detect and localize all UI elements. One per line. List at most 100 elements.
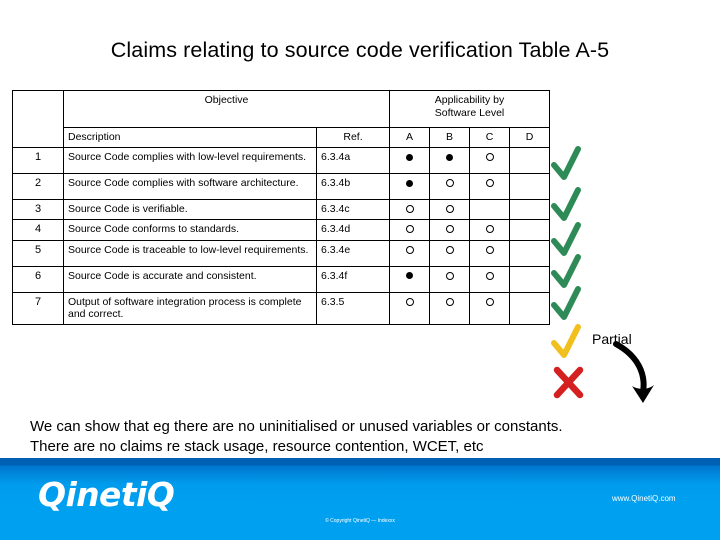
cell-level-d	[508, 219, 551, 241]
tick-green-icon	[549, 286, 589, 326]
header-blank-corner	[12, 90, 64, 148]
cell-row-number: 6	[12, 265, 64, 293]
header-applicability: Applicability by Software Level	[388, 90, 551, 128]
narrative-line-1: We can show that eg there are no uniniti…	[30, 418, 563, 435]
cell-level-b	[429, 146, 470, 174]
table-header-group-row: Objective Applicability by Software Leve…	[12, 90, 551, 148]
cell-description: Source Code complies with software archi…	[63, 172, 317, 200]
page-title: Claims relating to source code verificat…	[110, 38, 610, 62]
cell-row-number: 4	[12, 219, 64, 241]
cell-level-d	[508, 291, 551, 326]
footer-url[interactable]: www.QinetiQ.com	[612, 494, 676, 503]
table-row: 2 Source Code complies with software arch…	[12, 172, 551, 200]
assessment-marks	[549, 146, 595, 399]
cell-level-b	[429, 291, 470, 326]
table-row: 5 Source Code is traceable to low-level r…	[12, 239, 551, 267]
filled-dot-icon	[406, 272, 413, 280]
tick-green-icon	[549, 187, 589, 227]
cell-level-d	[508, 172, 551, 200]
cell-reference: 6.3.4b	[316, 172, 390, 200]
cell-level-a	[389, 291, 430, 326]
cell-row-number: 2	[12, 172, 64, 200]
table-body: 1 Source Code complies with low-level req…	[12, 146, 551, 326]
slide-canvas: Claims relating to source code verificat…	[0, 0, 720, 540]
cell-level-c	[469, 219, 510, 241]
open-dot-icon	[405, 225, 414, 234]
open-dot-icon	[405, 245, 414, 254]
cell-row-number: 5	[12, 239, 64, 267]
cell-level-a	[389, 265, 430, 293]
cell-level-a	[389, 219, 430, 241]
cross-red-icon	[549, 362, 589, 402]
cell-description: Source Code is accurate and consistent.	[63, 265, 317, 293]
tick-yellow-icon	[549, 324, 589, 364]
open-dot-icon	[445, 297, 454, 306]
open-dot-icon	[445, 271, 454, 280]
cell-level-c	[469, 146, 510, 174]
header-objective: Objective	[63, 90, 390, 128]
header-level-b: B	[429, 127, 470, 148]
table-row: 3 Source Code is verifiable. 6.3.4c	[12, 198, 551, 221]
cell-row-number: 3	[12, 198, 64, 221]
header-level-a: A	[389, 127, 430, 148]
table-row: 6 Source Code is accurate and consistent.…	[12, 265, 551, 293]
table-row: 7 Output of software integration process …	[12, 291, 551, 326]
open-dot-icon	[485, 271, 494, 280]
cell-level-c	[469, 265, 510, 293]
cell-reference: 6.3.4a	[316, 146, 390, 174]
narrative-line-2: There are no claims re stack usage, reso…	[30, 438, 484, 456]
cell-reference: 6.3.4d	[316, 219, 390, 241]
claims-table: Objective Applicability by Software Leve…	[12, 90, 551, 326]
cell-level-b	[429, 198, 470, 221]
cell-reference: 6.3.4f	[316, 265, 390, 293]
cell-description: Source Code complies with low-level requ…	[63, 146, 317, 174]
open-dot-icon	[445, 225, 454, 234]
header-ref: Ref.	[316, 127, 390, 148]
table-row: 1 Source Code complies with low-level req…	[12, 146, 551, 174]
table-header-sub-row: Description Ref. A B C D	[13, 127, 551, 148]
open-dot-icon	[485, 225, 494, 234]
footer-copyright: © Copyright QinetiQ — Indexxx	[325, 518, 395, 524]
open-dot-icon	[405, 205, 414, 214]
cell-level-b	[429, 172, 470, 200]
cell-row-number: 7	[12, 291, 64, 326]
header-level-c: C	[469, 127, 510, 148]
filled-dot-icon	[406, 153, 413, 161]
open-dot-icon	[445, 245, 454, 254]
open-dot-icon	[485, 153, 494, 162]
cell-level-d	[508, 146, 551, 174]
cell-row-number: 1	[12, 146, 64, 174]
cell-level-a	[389, 146, 430, 174]
cell-level-a	[389, 172, 430, 200]
cell-description: Source Code is verifiable.	[63, 198, 317, 221]
open-dot-icon	[485, 245, 494, 254]
cell-reference: 6.3.4c	[316, 198, 390, 221]
cell-description: Source Code conforms to standards.	[63, 219, 317, 241]
table-row: 4 Source Code conforms to standards. 6.3.4…	[12, 219, 551, 241]
cell-description: Source Code is traceable to low-level re…	[63, 239, 317, 267]
curved-arrow-icon	[613, 341, 654, 403]
cell-level-b	[429, 219, 470, 241]
header-level-d: D	[508, 127, 551, 148]
cell-level-a	[389, 198, 430, 221]
cell-level-c	[469, 239, 510, 267]
filled-dot-icon	[406, 179, 413, 187]
open-dot-icon	[485, 179, 494, 188]
narrative-text: We can show that eg there are no uniniti…	[30, 417, 700, 458]
cell-level-d	[508, 239, 551, 267]
cell-level-d	[508, 265, 551, 293]
open-dot-icon	[445, 205, 454, 214]
header-applicability-line1: Applicability by	[434, 94, 505, 106]
cell-level-b	[429, 239, 470, 267]
cell-description: Output of software integration process i…	[63, 291, 317, 326]
open-dot-icon	[405, 297, 414, 306]
cell-level-a	[389, 239, 430, 267]
header-description: Description	[63, 127, 317, 148]
open-dot-icon	[485, 297, 494, 306]
cell-level-d	[508, 198, 551, 221]
header-applicability-line2: Software Level	[434, 106, 505, 119]
cell-level-b	[429, 265, 470, 293]
cell-reference: 6.3.4e	[316, 239, 390, 267]
tick-green-icon	[549, 146, 589, 186]
qinetiq-logo: QinetiQ	[38, 475, 175, 514]
